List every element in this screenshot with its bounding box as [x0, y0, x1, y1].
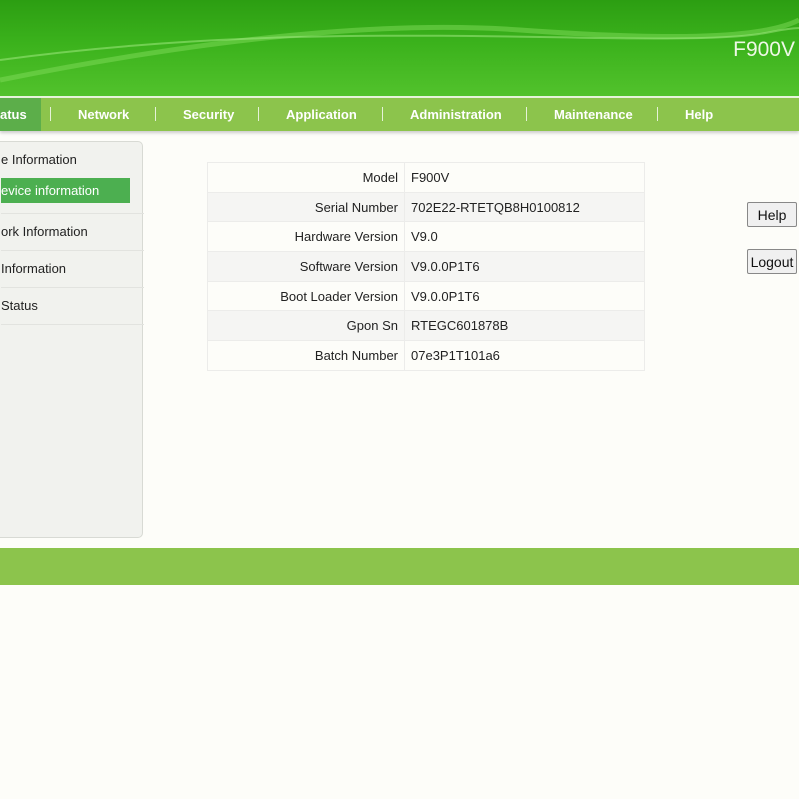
row-label: Gpon Sn: [207, 310, 405, 342]
table-row: Gpon Sn RTEGC601878B: [207, 310, 645, 342]
row-label: Batch Number: [207, 340, 405, 371]
sidebar-item-network-information[interactable]: ork Information: [1, 224, 144, 251]
tab-security[interactable]: Security: [183, 98, 234, 131]
row-label: Serial Number: [207, 191, 405, 223]
tab-application[interactable]: Application: [286, 98, 357, 131]
table-row: Software Version V9.0.0P1T6: [207, 251, 645, 282]
row-value: V9.0.0P1T6: [404, 280, 645, 312]
row-label: Boot Loader Version: [207, 280, 405, 312]
model-title: F900V: [733, 38, 795, 61]
nav-separator: [50, 107, 51, 121]
sidebar-item-device-information[interactable]: e Information: [1, 152, 144, 176]
table-row: Model F900V: [207, 162, 645, 193]
row-label: Software Version: [207, 251, 405, 282]
logout-button[interactable]: Logout: [747, 249, 797, 274]
tab-help[interactable]: Help: [685, 98, 713, 131]
table-row: Serial Number 702E22-RTETQB8H0100812: [207, 191, 645, 223]
nav-separator: [382, 107, 383, 121]
nav-separator: [657, 107, 658, 121]
sidebar-item-status[interactable]: Status: [1, 298, 144, 325]
row-value: RTEGC601878B: [404, 310, 645, 342]
tab-maintenance[interactable]: Maintenance: [554, 98, 633, 131]
table-row: Batch Number 07e3P1T101a6: [207, 340, 645, 371]
row-value: 07e3P1T101a6: [404, 340, 645, 371]
table-row: Boot Loader Version V9.0.0P1T6: [207, 280, 645, 312]
sidebar-item-device-information-active[interactable]: evice information: [1, 178, 130, 203]
row-value: V9.0.0P1T6: [404, 251, 645, 282]
nav-separator: [155, 107, 156, 121]
help-button[interactable]: Help: [747, 202, 797, 227]
nav-separator: [258, 107, 259, 121]
device-info-table: Model F900V Serial Number 702E22-RTETQB8H01…: [207, 162, 645, 371]
divider: [1, 206, 144, 214]
row-value: 702E22-RTETQB8H0100812: [404, 191, 645, 223]
banner-swoosh: [0, 17, 799, 83]
sidebar: e Information evice information ork Info…: [0, 141, 144, 538]
sidebar-item-user-information[interactable]: Information: [1, 261, 144, 288]
row-label: Model: [207, 162, 405, 193]
row-value: V9.0: [404, 221, 645, 253]
row-label: Hardware Version: [207, 221, 405, 253]
header-banner: F900V: [0, 0, 799, 96]
tab-administration[interactable]: Administration: [410, 98, 502, 131]
tab-status[interactable]: atus: [0, 98, 41, 131]
row-value: F900V: [404, 162, 645, 193]
nav-separator: [526, 107, 527, 121]
tab-network[interactable]: Network: [78, 98, 129, 131]
footer-bar: [0, 548, 799, 585]
table-row: Hardware Version V9.0: [207, 221, 645, 253]
main-nav: atus Network Security Application Admini…: [0, 98, 799, 131]
